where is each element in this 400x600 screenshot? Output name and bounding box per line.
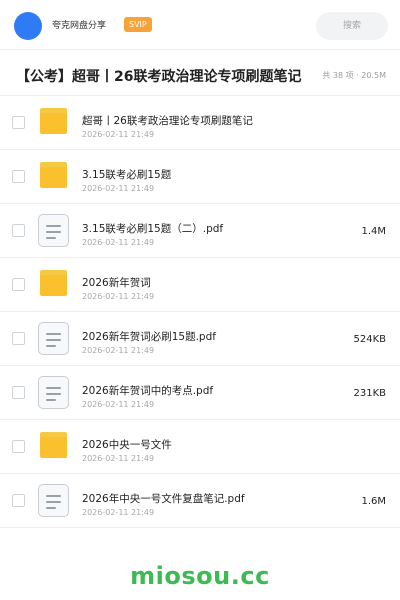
share-header: 夸克网盘分享 SVIP 搜索 [0,0,400,50]
row-checkbox[interactable] [12,170,25,183]
file-name: 超哥丨26联考政治理论专项刷题笔记 [82,115,253,127]
file-time: 2026-02-11 21:49 [82,508,155,517]
share-owner-name: 夸克网盘分享 [52,21,107,31]
row-checkbox[interactable] [12,278,25,291]
folder-icon [38,270,69,300]
file-time: 2026-02-11 21:49 [82,400,155,409]
folder-icon [38,108,69,138]
row-checkbox[interactable] [12,332,25,345]
file-row[interactable]: 2026新年贺词 2026-02-11 21:49 [0,258,400,312]
file-time: 2026-02-11 21:49 [82,184,155,193]
search-button[interactable]: 搜索 [316,12,388,40]
file-name: 2026新年贺词必刷15题.pdf [82,331,216,343]
file-row[interactable]: 3.15联考必刷15题 2026-02-11 21:49 [0,150,400,204]
file-row[interactable]: 2026新年贺词中的考点.pdf 2026-02-11 21:49 231KB [0,366,400,420]
file-size: 1.4M [361,226,386,237]
file-size: 231KB [353,388,386,399]
file-size: 524KB [353,334,386,345]
file-row[interactable]: 3.15联考必刷15题（二）.pdf 2026-02-11 21:49 1.4M [0,204,400,258]
file-time: 2026-02-11 21:49 [82,130,155,139]
document-icon [38,376,69,409]
document-icon [38,484,69,517]
folder-meta: 共 38 项 · 20.5M [322,71,386,80]
file-time: 2026-02-11 21:49 [82,238,155,247]
site-watermark: miosou.cc [130,562,270,590]
row-checkbox[interactable] [12,440,25,453]
row-checkbox[interactable] [12,116,25,129]
file-name: 2026新年贺词中的考点.pdf [82,385,214,397]
file-name: 2026中央一号文件 [82,439,172,451]
row-checkbox[interactable] [12,494,25,507]
file-time: 2026-02-11 21:49 [82,292,155,301]
file-row[interactable]: 2026中央一号文件 2026-02-11 21:49 [0,420,400,474]
file-name: 2026年中央一号文件复盘笔记.pdf [82,493,245,505]
file-name: 2026新年贺词 [82,277,151,289]
page-title: 【公考】超哥丨26联考政治理论专项刷题笔记 [16,69,302,85]
row-checkbox[interactable] [12,224,25,237]
file-size: 1.6M [361,496,386,507]
document-icon [38,322,69,355]
folder-title-bar: 【公考】超哥丨26联考政治理论专项刷题笔记 共 38 项 · 20.5M [0,50,400,96]
folder-icon [38,432,69,462]
file-row[interactable]: 超哥丨26联考政治理论专项刷题笔记 2026-02-11 21:49 [0,96,400,150]
file-row[interactable]: 2026年中央一号文件复盘笔记.pdf 2026-02-11 21:49 1.6… [0,474,400,528]
file-name: 3.15联考必刷15题（二）.pdf [82,223,224,235]
folder-icon [38,162,69,192]
file-time: 2026-02-11 21:49 [82,346,155,355]
svip-badge: SVIP [124,17,152,32]
file-list: 超哥丨26联考政治理论专项刷题笔记 2026-02-11 21:49 3.15联… [0,96,400,528]
row-checkbox[interactable] [12,386,25,399]
avatar[interactable] [14,12,42,40]
file-time: 2026-02-11 21:49 [82,454,155,463]
file-row[interactable]: 2026新年贺词必刷15题.pdf 2026-02-11 21:49 524KB [0,312,400,366]
file-name: 3.15联考必刷15题 [82,169,172,181]
document-icon [38,214,69,247]
